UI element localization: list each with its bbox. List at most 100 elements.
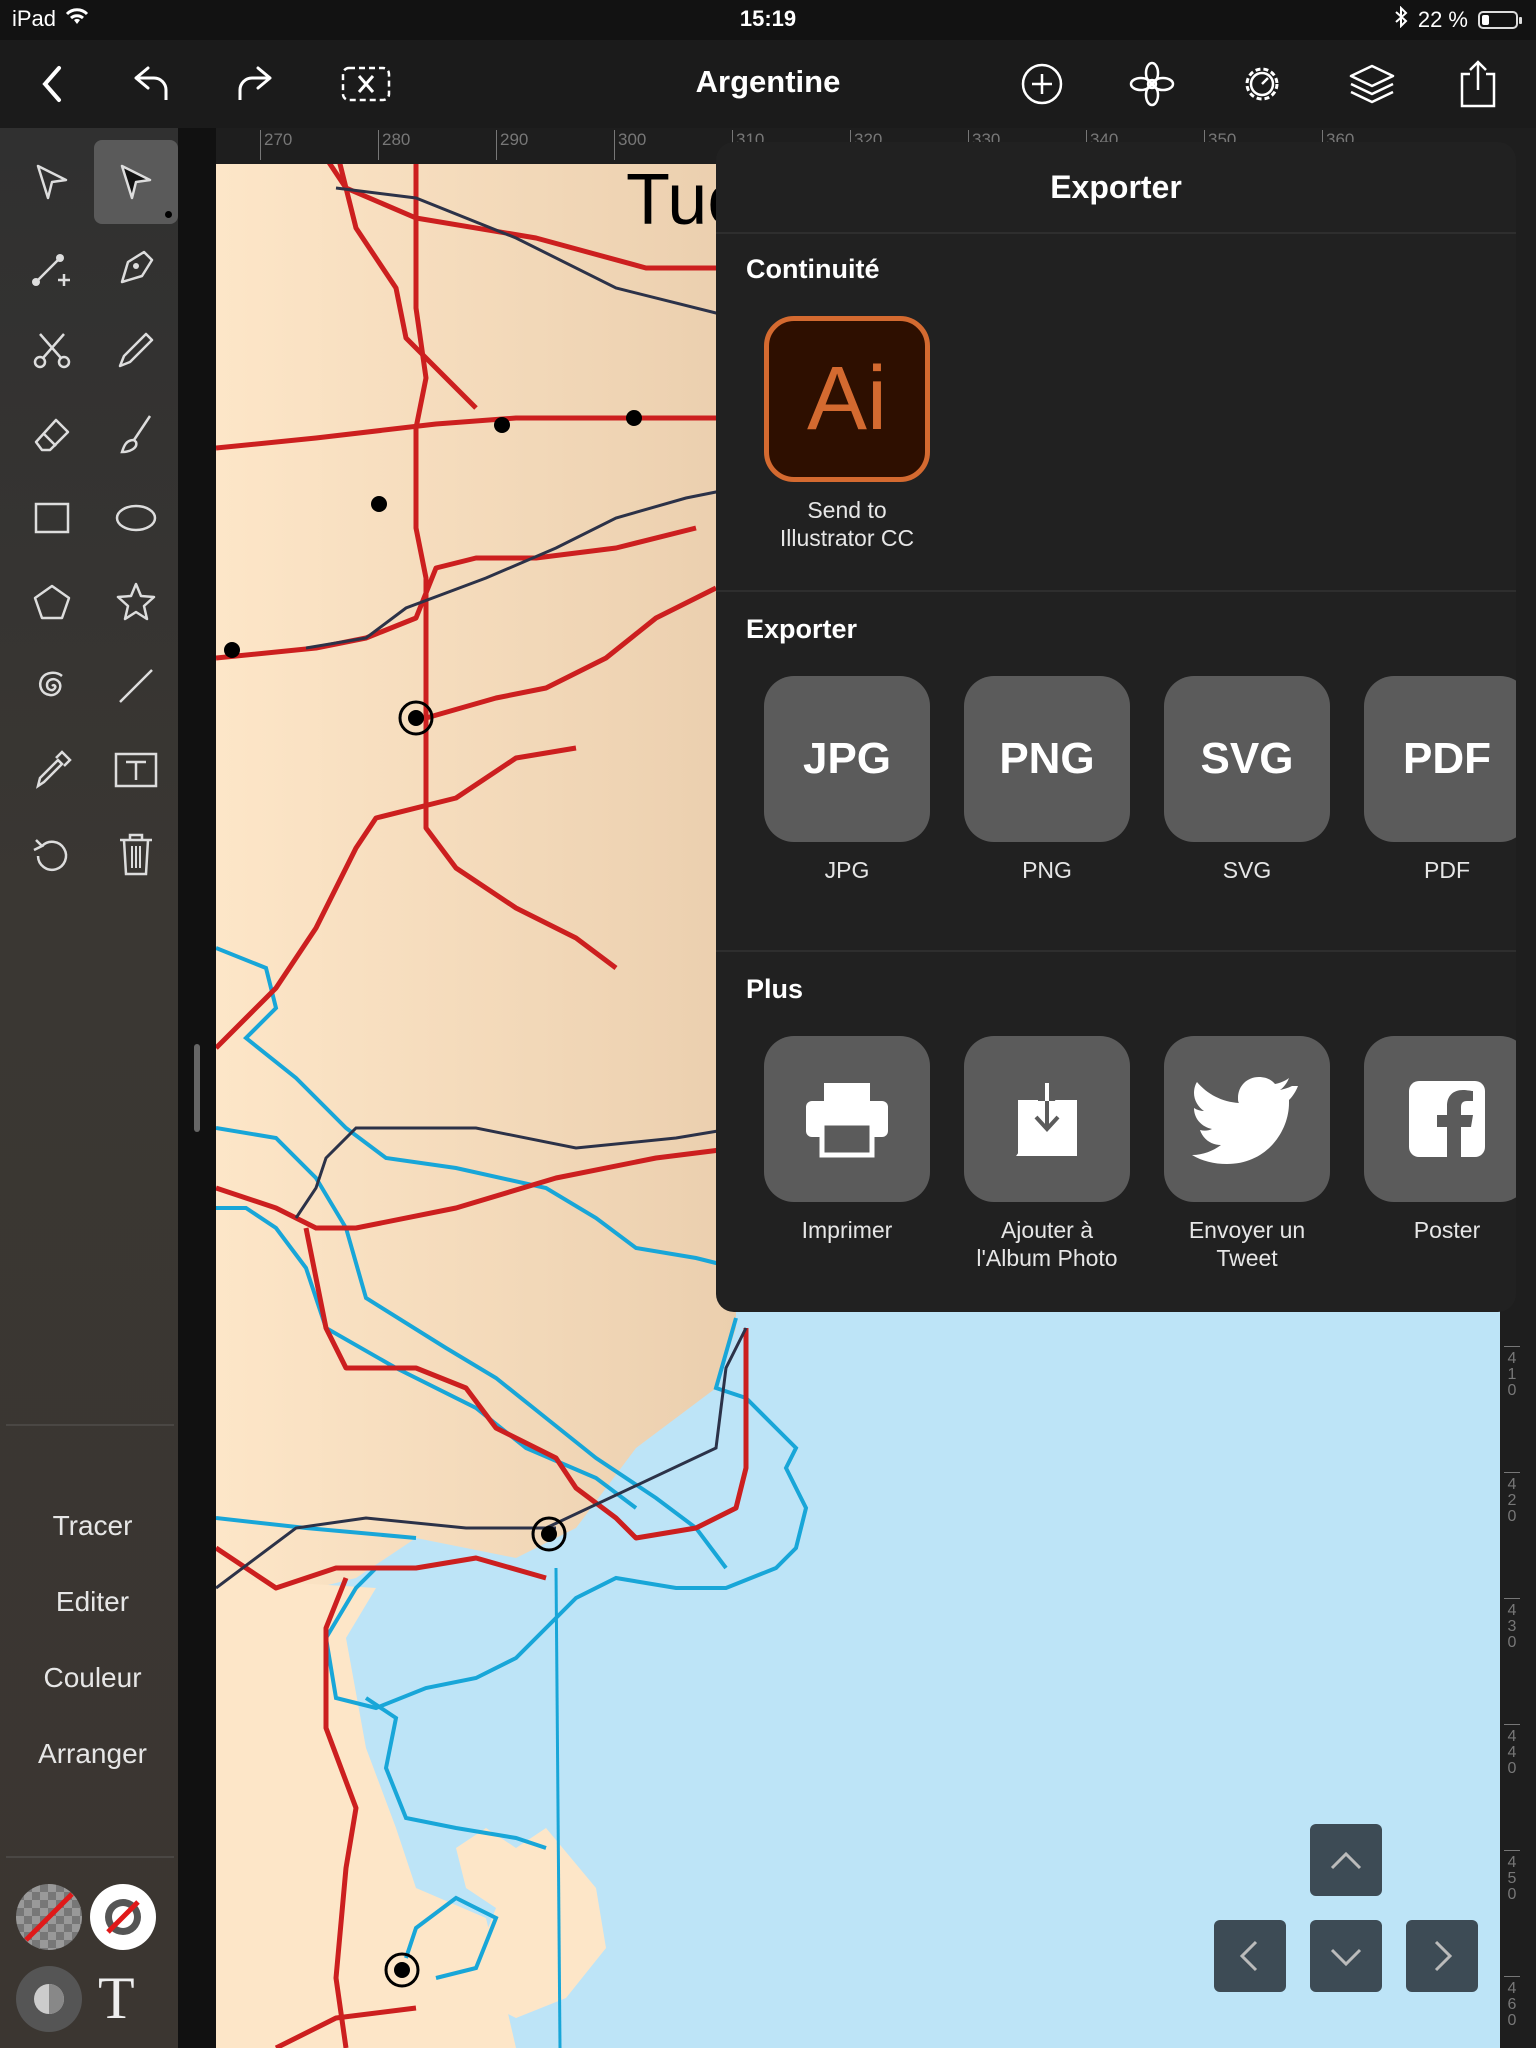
ruler-tick: 290 <box>496 130 528 160</box>
rotate-tool[interactable] <box>10 812 94 896</box>
text-box-tool[interactable] <box>94 728 178 812</box>
battery-percent: 22 % <box>1417 7 1468 32</box>
plus-circle-icon <box>1021 63 1063 105</box>
flower-icon <box>1129 61 1175 107</box>
panel-resize-handle[interactable] <box>194 1044 200 1132</box>
scissors-tool[interactable] <box>10 308 94 392</box>
eraser-icon <box>34 418 70 452</box>
printer-icon <box>806 1083 888 1158</box>
star-tool[interactable] <box>94 560 178 644</box>
ruler-tick: 4 5 0 <box>1504 1850 1520 1903</box>
chevron-left-icon <box>1239 1940 1258 1972</box>
pan-up-button[interactable] <box>1310 1824 1382 1896</box>
bluetooth-icon <box>1394 5 1408 34</box>
panel-divider-bottom <box>6 1856 174 1858</box>
city-capital-1 <box>408 710 424 726</box>
add-button[interactable] <box>1016 58 1068 110</box>
pencil-icon <box>118 332 154 368</box>
spiral-tool[interactable] <box>10 644 94 728</box>
eraser-tool[interactable] <box>10 392 94 476</box>
export-section-title: Exporter <box>746 614 858 644</box>
brush-tool[interactable] <box>94 392 178 476</box>
no-fill-icon <box>24 1892 74 1942</box>
menu-editer[interactable]: Editer <box>0 1586 185 1618</box>
export-popover: Exporter Continuité Ai Send to Illustrat… <box>716 142 1516 1312</box>
export-popover-title: Exporter <box>716 142 1516 234</box>
stroke-color-swatch[interactable] <box>90 1884 156 1950</box>
ruler-tick: 4 3 0 <box>1504 1598 1520 1651</box>
opacity-swatch[interactable] <box>16 1966 82 2032</box>
status-bar: iPad 15:19 22 % <box>0 0 1536 40</box>
rectangle-tool[interactable] <box>10 476 94 560</box>
direct-selection-tool[interactable] <box>94 140 178 224</box>
chevron-down-icon <box>1330 1948 1362 1967</box>
pan-right-button[interactable] <box>1406 1920 1478 1992</box>
line-icon <box>119 669 153 703</box>
trash-icon <box>120 833 152 876</box>
settings-button[interactable] <box>1236 58 1288 110</box>
tool-panel: Tracer Editer Couleur Arranger T <box>0 128 178 2048</box>
menu-arranger[interactable]: Arranger <box>0 1738 185 1770</box>
battery-icon <box>1478 11 1522 29</box>
rotate-icon <box>33 839 68 872</box>
ellipse-tool[interactable] <box>94 476 178 560</box>
share-icon <box>1460 60 1496 108</box>
export-png-button[interactable]: PNG PNG <box>964 676 1130 884</box>
eyedropper-tool[interactable] <box>10 728 94 812</box>
ruler-tick: 4 2 0 <box>1504 1472 1520 1525</box>
menu-couleur[interactable]: Couleur <box>0 1662 185 1694</box>
city-dot-2 <box>494 417 510 433</box>
twitter-icon <box>1192 1077 1298 1164</box>
polygon-icon <box>33 584 71 620</box>
delete-tool[interactable] <box>94 812 178 896</box>
more-section-title: Plus <box>746 974 804 1004</box>
layers-button[interactable] <box>1346 58 1398 110</box>
export-pdf-button[interactable]: PDF PDF <box>1364 676 1516 884</box>
export-jpg-button[interactable]: JPG JPG <box>764 676 930 884</box>
node-tool[interactable] <box>10 224 94 308</box>
selection-tool[interactable] <box>10 140 94 224</box>
spiral-icon <box>39 671 63 697</box>
selection-arrow-icon <box>36 164 68 200</box>
panel-divider-top <box>6 1424 174 1426</box>
city-dot-3 <box>224 642 240 658</box>
star-icon <box>116 582 156 621</box>
document-title: Argentine <box>695 64 841 99</box>
send-to-illustrator-button[interactable]: Ai Send to Illustrator CC <box>764 316 930 552</box>
fill-color-swatch[interactable] <box>16 1884 82 1950</box>
tweet-button[interactable]: Envoyer un Tweet <box>1164 1036 1330 1272</box>
save-to-photos-button[interactable]: Ajouter à l'Album Photo <box>964 1036 1130 1272</box>
ruler-tick: 300 <box>614 130 646 160</box>
stroke-swatch-icon <box>105 1899 141 1935</box>
pan-down-button[interactable] <box>1310 1920 1382 1992</box>
rectangle-icon <box>34 502 70 534</box>
top-toolbar: Argentine <box>0 40 1536 128</box>
pencil-tool[interactable] <box>94 308 178 392</box>
menu-tracer[interactable]: Tracer <box>0 1510 185 1542</box>
chevron-up-icon <box>1330 1851 1362 1870</box>
pen-tool[interactable] <box>94 224 178 308</box>
add-node-icon <box>32 254 70 286</box>
save-to-photos-icon <box>1016 1083 1077 1156</box>
scissors-icon <box>33 333 71 369</box>
text-style-icon[interactable]: T <box>98 1964 135 2033</box>
export-svg-button[interactable]: SVG SVG <box>1164 676 1330 884</box>
ellipse-icon <box>115 504 157 532</box>
brush-icon <box>120 415 152 454</box>
line-tool[interactable] <box>94 644 178 728</box>
eyedropper-icon <box>36 750 72 789</box>
illustrator-app-icon: Ai <box>764 316 930 482</box>
share-button[interactable] <box>1452 58 1504 110</box>
layers-icon <box>1349 64 1395 104</box>
symbols-button[interactable] <box>1126 58 1178 110</box>
polygon-tool[interactable] <box>10 560 94 644</box>
text-box-icon <box>114 752 158 788</box>
ruler-tick: 4 6 0 <box>1504 1976 1520 2029</box>
pan-left-button[interactable] <box>1214 1920 1286 1992</box>
print-button[interactable]: Imprimer <box>764 1036 930 1244</box>
continuity-section-title: Continuité <box>746 254 880 284</box>
direct-selection-icon <box>120 164 152 200</box>
facebook-post-button[interactable]: Poster <box>1364 1036 1516 1244</box>
city-capital-3 <box>394 1962 410 1978</box>
clock: 15:19 <box>739 6 797 31</box>
